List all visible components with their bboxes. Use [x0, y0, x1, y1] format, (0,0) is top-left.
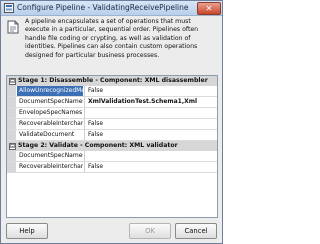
property-name: AllowUnrecognizedMessage	[17, 86, 83, 96]
property-row[interactable]: RecoverableInterchangeProces False	[7, 162, 217, 173]
property-value[interactable]: XmlValidationTest.Schema1,Xml	[84, 97, 217, 107]
property-value[interactable]: False	[84, 162, 217, 172]
pipeline-icon	[4, 3, 14, 13]
property-row[interactable]: RecoverableInterchangeProces False	[7, 119, 217, 130]
property-grid[interactable]: ⊟ Stage 1: Disassemble - Component: XML …	[6, 75, 218, 218]
property-value[interactable]: False	[84, 86, 217, 96]
ok-button[interactable]: OK	[129, 223, 171, 239]
stage-1-title: Stage 1: Disassemble - Component: XML di…	[18, 77, 208, 84]
property-value[interactable]: False	[84, 119, 217, 129]
property-value[interactable]: False	[84, 130, 217, 140]
cancel-button[interactable]: Cancel	[175, 223, 217, 239]
property-name: RecoverableInterchangeProces	[19, 120, 83, 127]
property-value[interactable]	[84, 151, 217, 161]
document-icon	[7, 20, 19, 34]
property-row[interactable]: ValidateDocument False	[7, 130, 217, 141]
stage-1-header[interactable]: ⊟ Stage 1: Disassemble - Component: XML …	[7, 76, 217, 86]
stage-2-title: Stage 2: Validate - Component: XML valid…	[18, 142, 178, 149]
property-name: DocumentSpecNames	[19, 98, 83, 105]
help-button[interactable]: Help	[6, 223, 48, 239]
property-name: DocumentSpecNames	[19, 152, 83, 159]
property-row[interactable]: EnvelopeSpecNames	[7, 108, 217, 119]
configure-pipeline-dialog: Configure Pipeline - ValidatingReceivePi…	[0, 0, 223, 244]
title-bar[interactable]: Configure Pipeline - ValidatingReceivePi…	[1, 1, 222, 16]
pipeline-description: A pipeline encapsulates a set of operati…	[25, 18, 199, 59]
property-name: RecoverableInterchangeProces	[19, 163, 83, 170]
property-name: ValidateDocument	[19, 131, 75, 138]
stage-2-header[interactable]: ⊟ Stage 2: Validate - Component: XML val…	[7, 141, 217, 151]
property-name: EnvelopeSpecNames	[19, 109, 83, 116]
property-row[interactable]: AllowUnrecognizedMessage False	[7, 86, 217, 97]
property-row[interactable]: DocumentSpecNames	[7, 151, 217, 162]
collapse-icon[interactable]: ⊟	[9, 78, 16, 85]
window-title: Configure Pipeline - ValidatingReceivePi…	[17, 3, 189, 12]
close-button[interactable]: ✕	[197, 2, 221, 15]
property-value[interactable]	[84, 108, 217, 118]
property-row[interactable]: DocumentSpecNames XmlValidationTest.Sche…	[7, 97, 217, 108]
collapse-icon[interactable]: ⊟	[9, 143, 16, 150]
